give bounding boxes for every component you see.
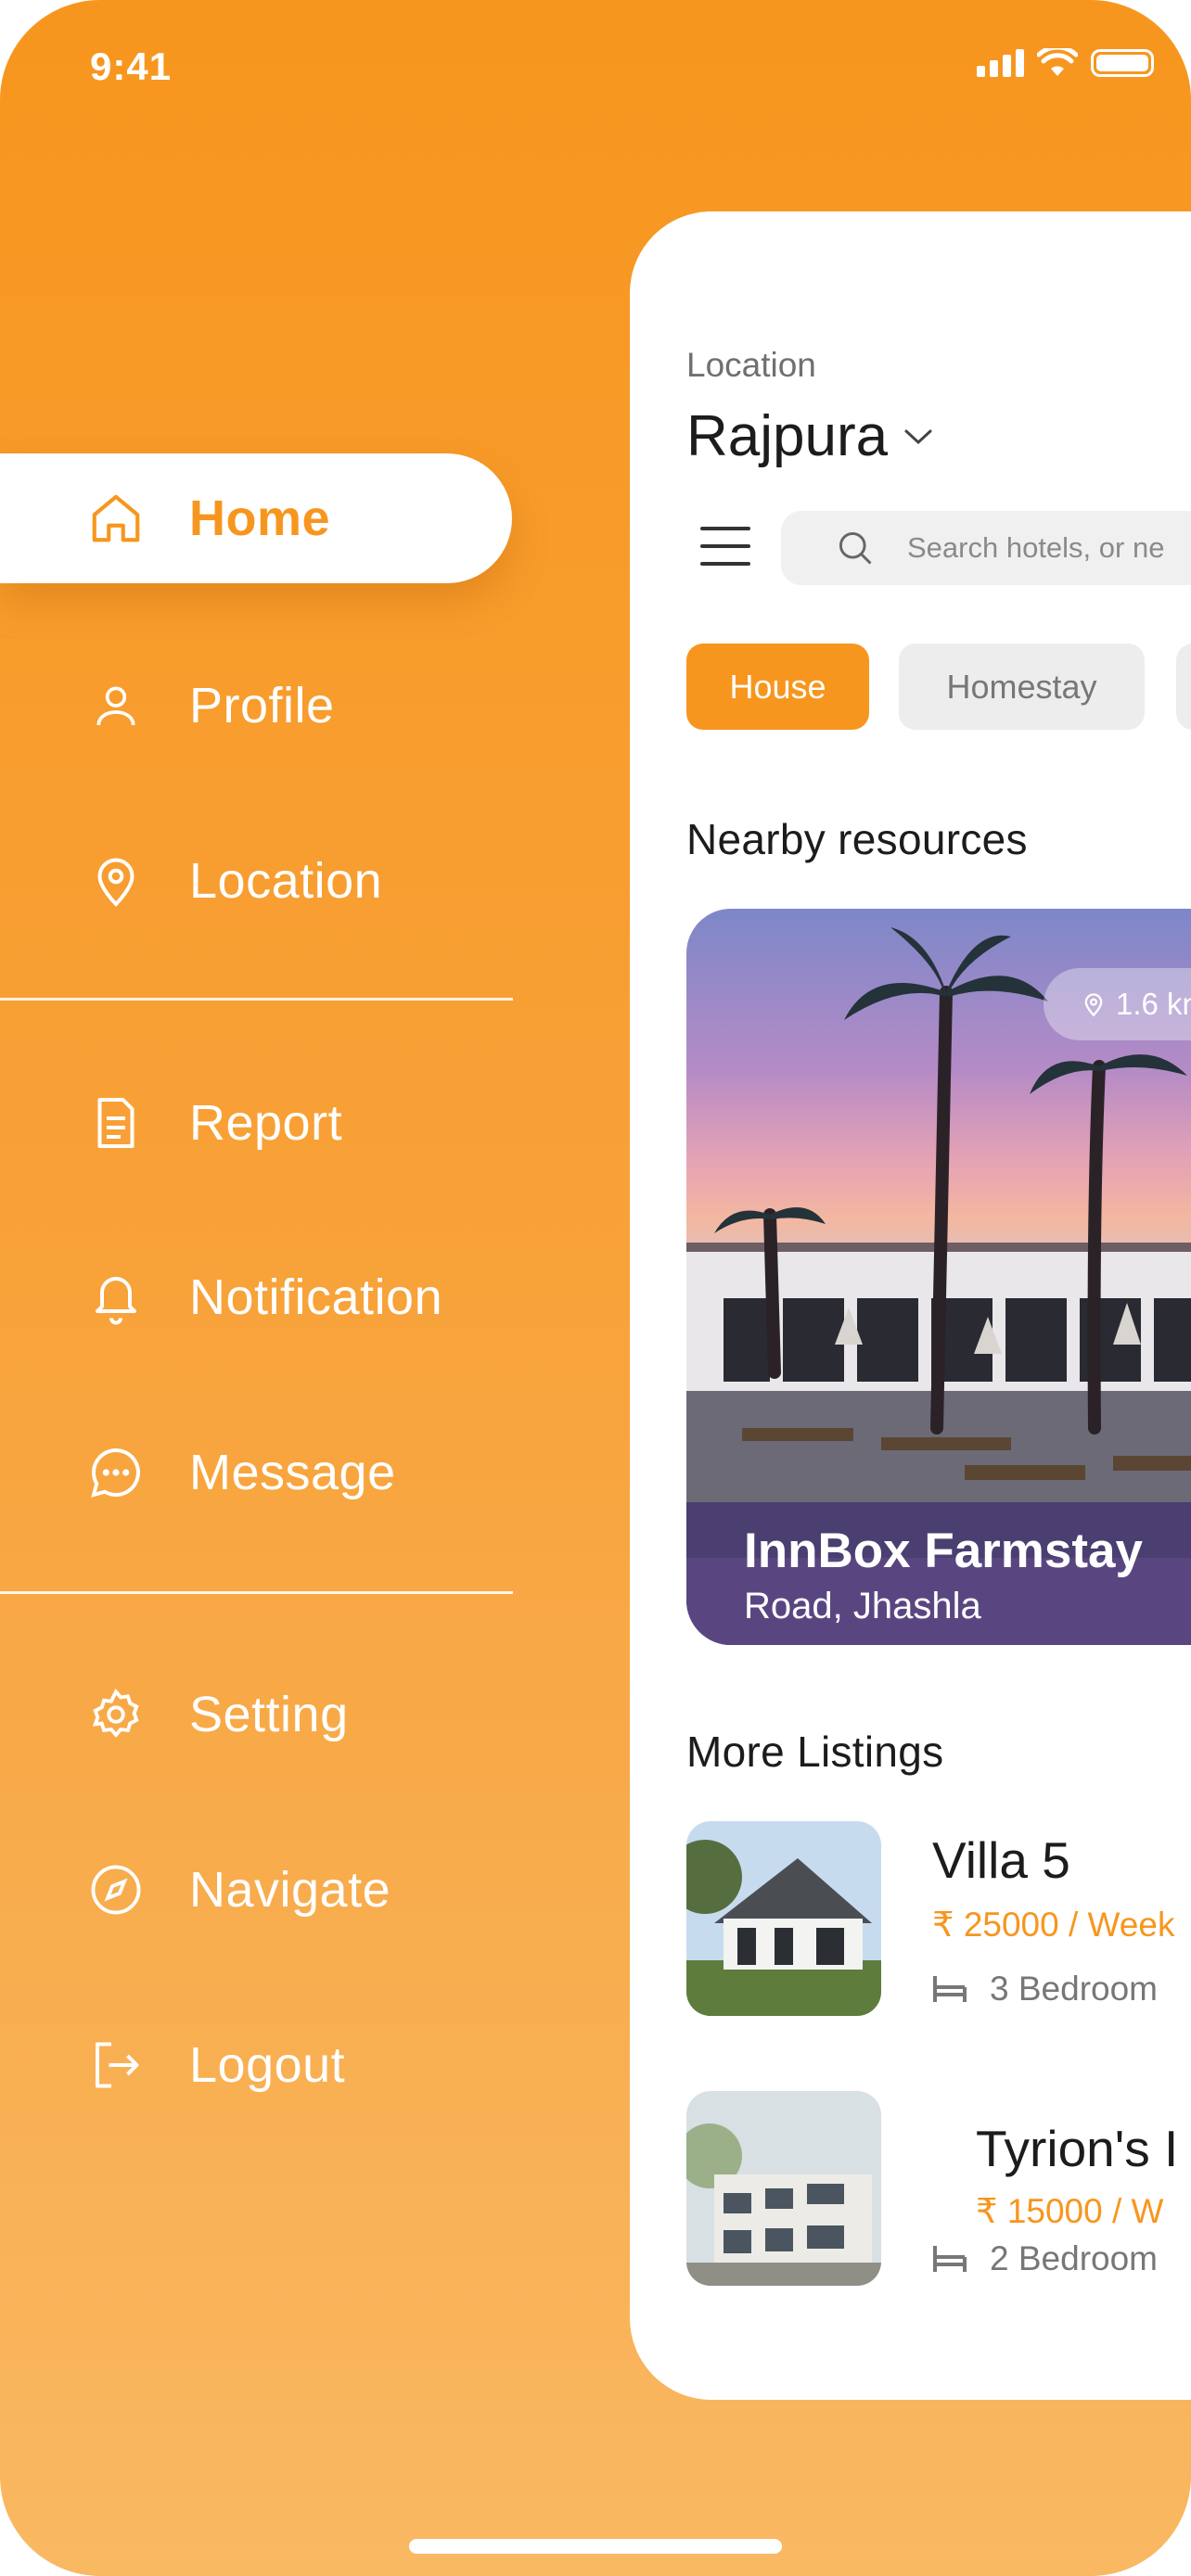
menu-label: Message	[189, 1445, 396, 1500]
resource-name: InnBox Farmstay	[744, 1524, 1144, 1578]
listing-price: ₹ 25000 / Week	[932, 1906, 1175, 1944]
status-icons	[977, 48, 1154, 78]
home-preview-card[interactable]: Location Rajpura Search hotels, or ne Ho…	[630, 211, 1191, 2400]
location-selector[interactable]: Rajpura	[686, 403, 934, 469]
listing-item[interactable]: Villa 5 ₹ 25000 / Week 3 Bedroom	[686, 1821, 1191, 2016]
listing-thumbnail	[686, 1821, 881, 2016]
document-icon	[85, 1092, 147, 1154]
location-city: Rajpura	[686, 404, 889, 468]
menu-item-report[interactable]: Report	[0, 1058, 512, 1188]
menu-label: Logout	[189, 2037, 346, 2093]
listing-item[interactable]: Tyrion's I ₹ 15000 / W 2 Bedroom	[686, 2091, 1191, 2286]
category-chip-homestay[interactable]: Homestay	[899, 644, 1145, 730]
bell-icon	[85, 1267, 147, 1328]
side-menu: Home Profile Location Report Notificatio…	[0, 0, 519, 2576]
menu-item-notification[interactable]: Notification	[0, 1232, 512, 1362]
menu-label: Location	[189, 853, 383, 909]
menu-label: Report	[189, 1095, 343, 1151]
bed-icon	[933, 1976, 967, 2002]
category-chip-more[interactable]	[1176, 644, 1191, 730]
listing-name: Villa 5	[932, 1831, 1070, 1889]
menu-divider	[0, 1591, 513, 1594]
gear-icon	[85, 1684, 147, 1745]
category-chip-house[interactable]: House	[686, 644, 869, 730]
menu-label: Navigate	[189, 1862, 391, 1918]
more-listings-title: More Listings	[686, 1728, 944, 1776]
menu-divider	[0, 998, 513, 1001]
bedroom-count: 3 Bedroom	[990, 1970, 1158, 2008]
user-icon	[85, 675, 147, 736]
menu-item-message[interactable]: Message	[0, 1408, 512, 1537]
menu-item-profile[interactable]: Profile	[0, 641, 512, 771]
menu-label: Home	[189, 491, 331, 546]
distance-value: 1.6 kn	[1116, 987, 1191, 1021]
battery-icon	[1091, 49, 1154, 77]
location-label: Location	[686, 346, 816, 384]
search-icon	[839, 531, 872, 565]
signal-icon	[977, 49, 1024, 77]
wifi-icon	[1037, 48, 1078, 76]
menu-item-home[interactable]: Home	[0, 453, 512, 583]
nearby-resource-card[interactable]: 1.6 kn InnBox Farmstay Road, Jhashla	[686, 909, 1191, 1645]
listing-bedrooms: 2 Bedroom	[932, 2239, 1158, 2278]
bedroom-count: 2 Bedroom	[990, 2239, 1158, 2277]
search-input[interactable]: Search hotels, or ne	[907, 531, 1164, 565]
listing-bedrooms: 3 Bedroom	[932, 1970, 1158, 2009]
listing-thumbnail	[686, 2091, 881, 2286]
menu-item-setting[interactable]: Setting	[0, 1650, 512, 1779]
home-indicator[interactable]	[409, 2539, 782, 2554]
home-icon	[85, 488, 147, 549]
compass-icon	[85, 1859, 147, 1920]
resource-address: Road, Jhashla	[744, 1586, 981, 1626]
search-bar[interactable]: Search hotels, or ne	[781, 511, 1191, 585]
menu-label: Profile	[189, 678, 335, 733]
menu-label: Notification	[189, 1269, 443, 1325]
menu-item-navigate[interactable]: Navigate	[0, 1825, 512, 1955]
menu-item-logout[interactable]: Logout	[0, 2000, 512, 2130]
location-pin-icon	[85, 850, 147, 912]
listing-name: Tyrion's I	[976, 2120, 1179, 2177]
hamburger-menu-icon[interactable]	[700, 527, 750, 566]
location-pin-icon	[1084, 993, 1103, 1017]
listing-price: ₹ 15000 / W	[976, 2192, 1164, 2230]
logout-icon	[85, 2034, 147, 2096]
chat-bubble-icon	[85, 1442, 147, 1503]
menu-label: Setting	[189, 1687, 349, 1742]
nearby-title: Nearby resources	[686, 815, 1028, 863]
phone-screen: 9:41 Home Profile Location Report Notifi…	[0, 0, 1191, 2576]
bed-icon	[933, 2246, 967, 2272]
menu-item-location[interactable]: Location	[0, 816, 512, 946]
distance-badge: 1.6 kn	[1044, 968, 1191, 1040]
chevron-down-icon	[904, 429, 932, 444]
